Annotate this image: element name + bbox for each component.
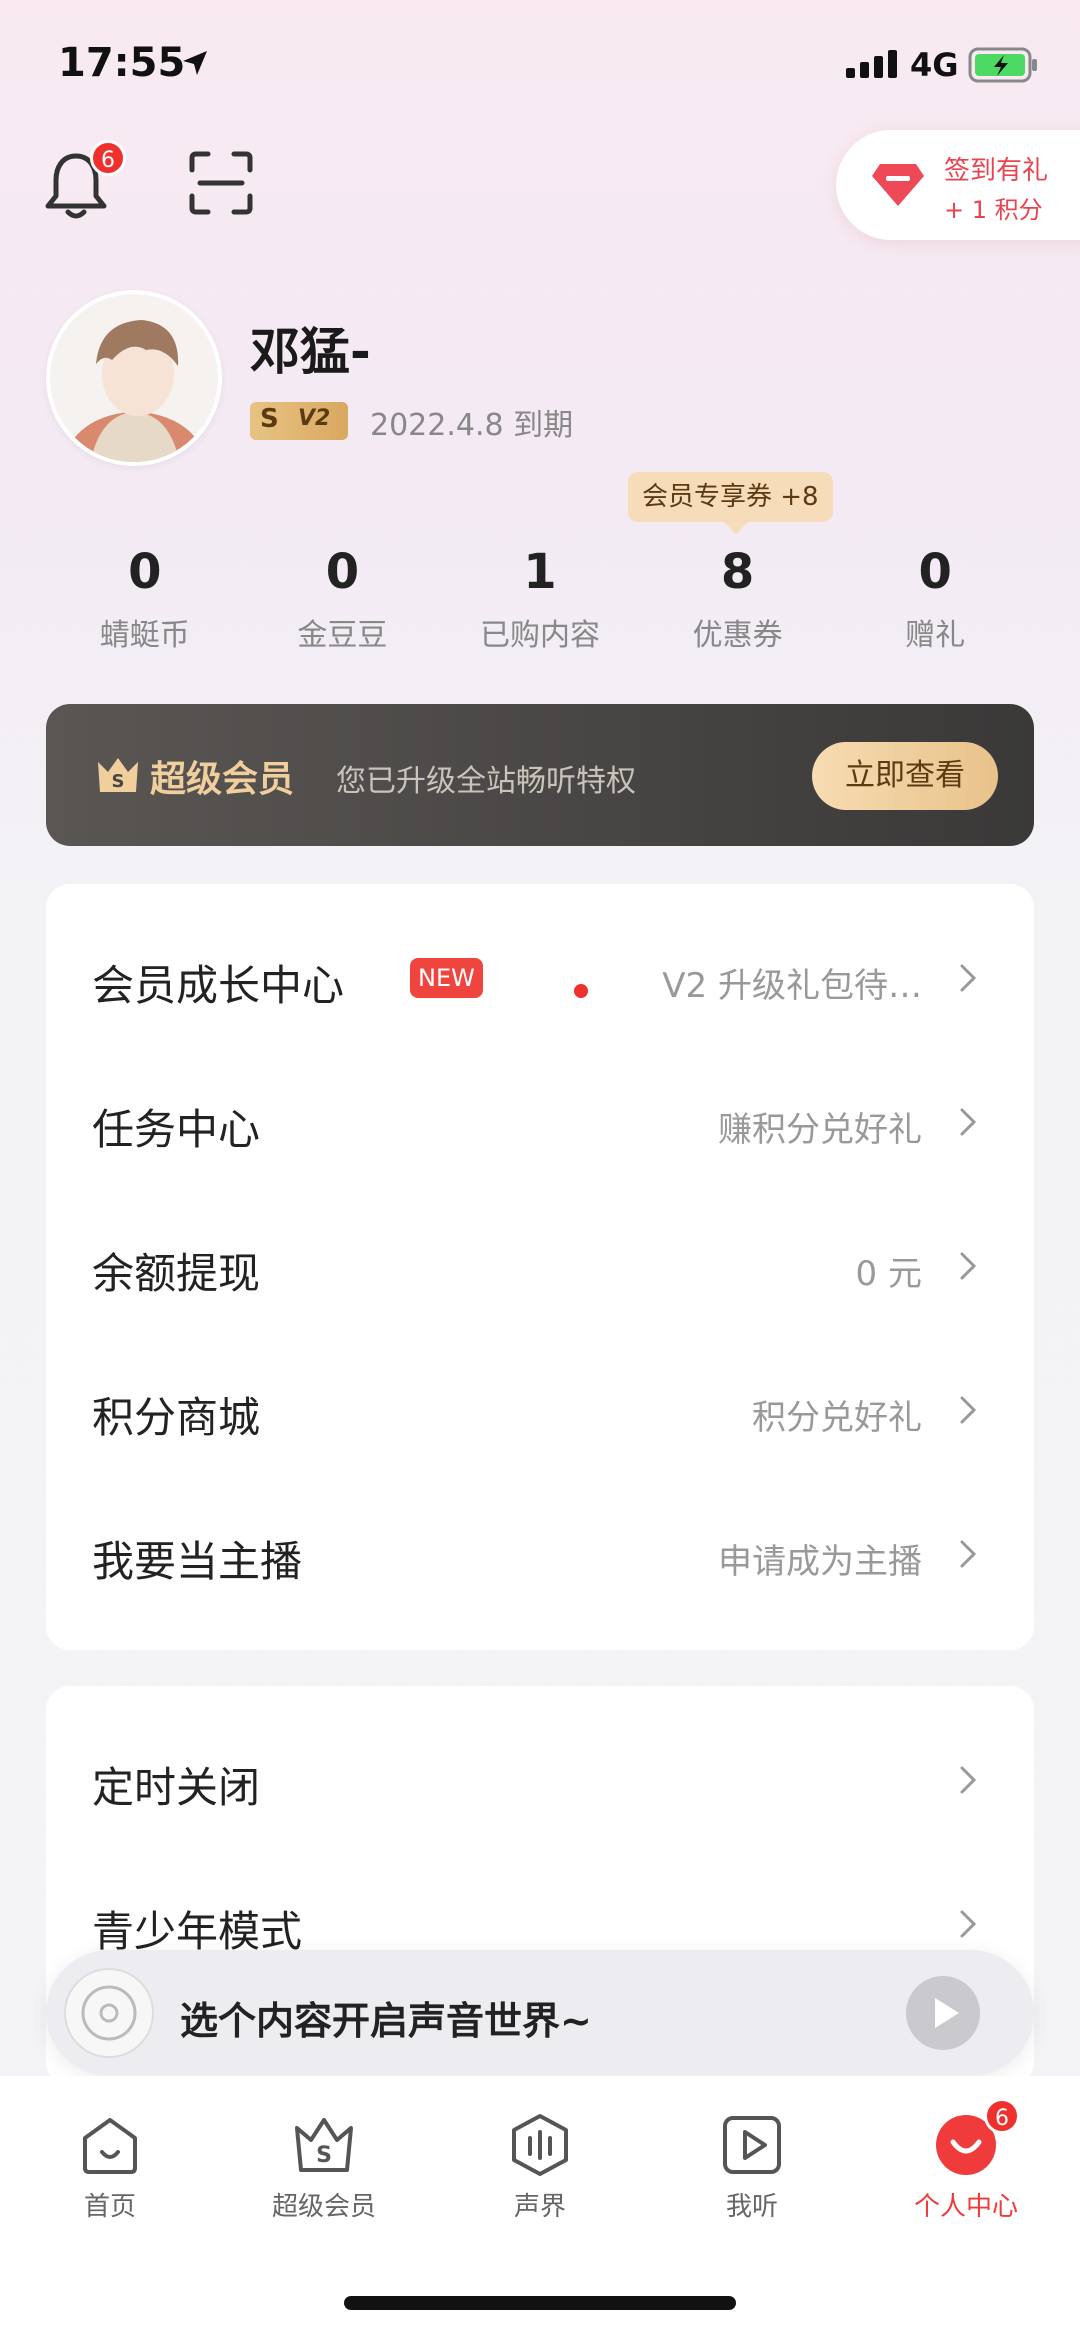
play-list-icon: [723, 2116, 781, 2174]
vip-crown-icon: S: [295, 2118, 353, 2172]
stat-value: 0: [325, 544, 360, 600]
tab-super-member[interactable]: S 超级会员: [244, 2112, 404, 2223]
menu-item-member-growth[interactable]: 会员成长中心 NEW V2 升级礼包待…: [46, 904, 1034, 1048]
tab-sound-world[interactable]: 声界: [460, 2112, 620, 2223]
stat-coins[interactable]: 0 蜻蜓币: [46, 540, 244, 660]
super-member-desc: 您已升级全站畅听特权: [336, 764, 636, 799]
tab-label: 首页: [83, 2192, 136, 2222]
red-dot-indicator: [574, 984, 588, 998]
stat-label: 已购内容: [479, 618, 600, 653]
mini-player[interactable]: 选个内容开启声音世界~: [46, 1950, 1034, 2076]
vip-expire-date: 2022.4.8 到期: [370, 408, 574, 443]
stat-label: 优惠券: [692, 618, 783, 653]
battery-charging-icon: [968, 47, 1037, 83]
avatar[interactable]: [46, 290, 222, 466]
stat-gifts[interactable]: 0 赠礼: [836, 540, 1034, 660]
status-bar: 17:55 4G: [0, 0, 1080, 130]
menu-item-task-center[interactable]: 任务中心 赚积分兑好礼: [46, 1048, 1034, 1192]
username: 邓猛-: [250, 323, 371, 381]
menu-item-become-host[interactable]: 我要当主播 申请成为主播: [46, 1480, 1034, 1624]
stat-purchased[interactable]: 1 已购内容: [441, 540, 639, 660]
vip-crown-icon: S: [98, 758, 138, 792]
menu-item-points-mall[interactable]: 积分商城 积分兑好礼: [46, 1336, 1034, 1480]
menu-item-value: 0 元: [855, 1254, 922, 1294]
vip-level: V2: [298, 406, 331, 431]
sound-icon: [512, 2114, 568, 2176]
menu-item-withdraw[interactable]: 余额提现 0 元: [46, 1192, 1034, 1336]
menu-item-label: 我要当主播: [92, 1537, 303, 1586]
menu-item-value: 申请成为主播: [718, 1542, 922, 1582]
checkin-button[interactable]: 签到有礼 + 1 积分: [836, 130, 1080, 240]
status-time: 17:55: [58, 40, 186, 86]
menu-item-value: 赚积分兑好礼: [718, 1110, 922, 1150]
chevron-right-icon: [960, 1540, 977, 1568]
tab-badge: 6: [984, 2098, 1020, 2134]
cellular-signal-icon: [846, 50, 897, 78]
menu-item-sleep-timer[interactable]: 定时关闭: [46, 1706, 1034, 1850]
stat-label: 金豆豆: [297, 618, 388, 653]
super-member-title: 超级会员: [150, 759, 295, 800]
stat-coupons[interactable]: 8 优惠券: [639, 540, 837, 660]
menu-item-label: 余额提现: [92, 1249, 261, 1298]
vip-level-badge: S V2: [250, 402, 348, 440]
menu-item-value: 积分兑好礼: [752, 1398, 922, 1438]
stat-beans[interactable]: 0 金豆豆: [244, 540, 442, 660]
notification-badge: 6: [90, 140, 126, 176]
tab-my-listening[interactable]: 我听: [672, 2112, 832, 2223]
chevron-right-icon: [960, 1766, 977, 1794]
scan-icon: [189, 151, 253, 215]
chevron-right-icon: [960, 1396, 977, 1424]
svg-text:S: S: [112, 771, 125, 792]
chevron-right-icon: [960, 1252, 977, 1280]
chevron-right-icon: [960, 1910, 977, 1938]
play-icon: [935, 1998, 959, 2028]
menu-item-value: V2 升级礼包待…: [662, 966, 922, 1006]
menu-item-label: 会员成长中心: [92, 961, 345, 1010]
stat-value: 1: [523, 544, 557, 600]
home-indicator: [344, 2296, 736, 2310]
play-button[interactable]: [906, 1976, 980, 2050]
stat-value: 0: [128, 544, 162, 600]
scan-button[interactable]: [188, 150, 260, 222]
stat-label: 赠礼: [905, 618, 966, 653]
chevron-right-icon: [960, 1108, 977, 1136]
tab-label: 声界: [513, 2192, 566, 2222]
chevron-right-icon: [960, 964, 977, 992]
tab-label: 我听: [725, 2192, 778, 2222]
view-now-button[interactable]: 立即查看: [812, 742, 998, 810]
notification-button[interactable]: 6: [44, 140, 126, 230]
tab-profile[interactable]: 6 个人中心: [886, 2098, 1046, 2223]
tab-label: 个人中心: [913, 2192, 1018, 2222]
menu-item-label: 任务中心: [92, 1105, 261, 1154]
home-icon: [83, 2118, 137, 2174]
stat-label: 蜻蜓币: [99, 618, 190, 653]
diamond-icon: [872, 164, 924, 206]
svg-text:S: S: [316, 2143, 332, 2168]
location-arrow-icon: [183, 51, 207, 75]
coupon-tooltip: 会员专享券 +8: [628, 472, 833, 534]
network-type: 4G: [910, 46, 959, 84]
checkin-title: 签到有礼: [944, 156, 1049, 186]
stat-value: 0: [918, 544, 952, 600]
player-prompt: 选个内容开启声音世界~: [180, 1999, 592, 2043]
stat-value: 8: [720, 544, 755, 600]
stats-row: 0 蜻蜓币 0 金豆豆 1 已购内容 8 优惠券 0 赠礼: [46, 540, 1034, 660]
new-badge: NEW: [410, 958, 483, 998]
checkin-subtitle: + 1 积分: [944, 196, 1043, 224]
vip-letter: S: [260, 404, 279, 434]
menu-item-label: 定时关闭: [92, 1763, 261, 1812]
avatar-illustration: [50, 294, 218, 462]
tab-label: 超级会员: [271, 2192, 376, 2222]
menu-card-primary: 会员成长中心 NEW V2 升级礼包待… 任务中心 赚积分兑好礼 余额提现 0 …: [46, 884, 1034, 1650]
tab-home[interactable]: 首页: [30, 2112, 190, 2223]
menu-item-label: 积分商城: [92, 1393, 261, 1442]
super-member-banner[interactable]: S 超级会员 您已升级全站畅听特权 立即查看: [46, 704, 1034, 846]
disc-icon: [64, 1968, 154, 2058]
